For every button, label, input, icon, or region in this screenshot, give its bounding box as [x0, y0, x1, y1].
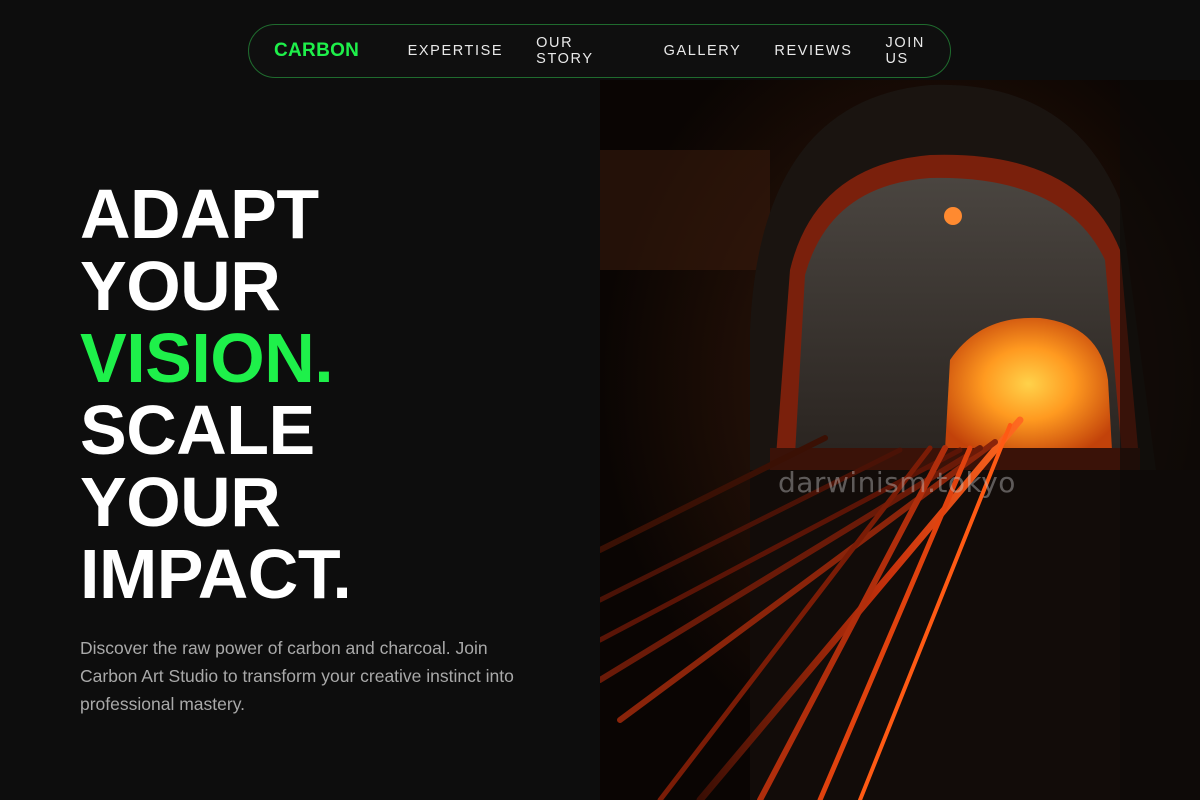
nav-link-join-us[interactable]: JOIN US: [885, 35, 950, 67]
headline-line: IMPACT.: [80, 535, 352, 613]
headline-line: YOUR: [80, 247, 281, 325]
hero-forge-image: [600, 80, 1200, 800]
hero-description: Discover the raw power of carbon and cha…: [80, 638, 514, 714]
landing-page: darwinism.tokyo CARBON EXPERTISE OUR STO…: [0, 0, 1200, 800]
nav-links: EXPERTISE OUR STORY GALLERY REVIEWS JOIN…: [408, 35, 950, 67]
headline-accent-line: VISION.: [80, 319, 334, 397]
forge-illustration: [600, 80, 1200, 800]
image-watermark: darwinism.tokyo: [778, 466, 1016, 499]
brand-logo[interactable]: CARBON: [274, 40, 408, 62]
nav-link-reviews[interactable]: REVIEWS: [774, 43, 852, 59]
nav-link-gallery[interactable]: GALLERY: [664, 43, 742, 59]
hero-headline: ADAPT YOUR VISION. SCALE YOUR IMPACT.: [80, 175, 352, 613]
headline-line: SCALE: [80, 391, 315, 469]
nav-link-our-story[interactable]: OUR STORY: [536, 35, 630, 67]
nav-link-expertise[interactable]: EXPERTISE: [408, 43, 504, 59]
headline-line: ADAPT: [80, 175, 319, 253]
top-nav: CARBON EXPERTISE OUR STORY GALLERY REVIE…: [248, 24, 951, 78]
headline-line: YOUR: [80, 463, 281, 541]
